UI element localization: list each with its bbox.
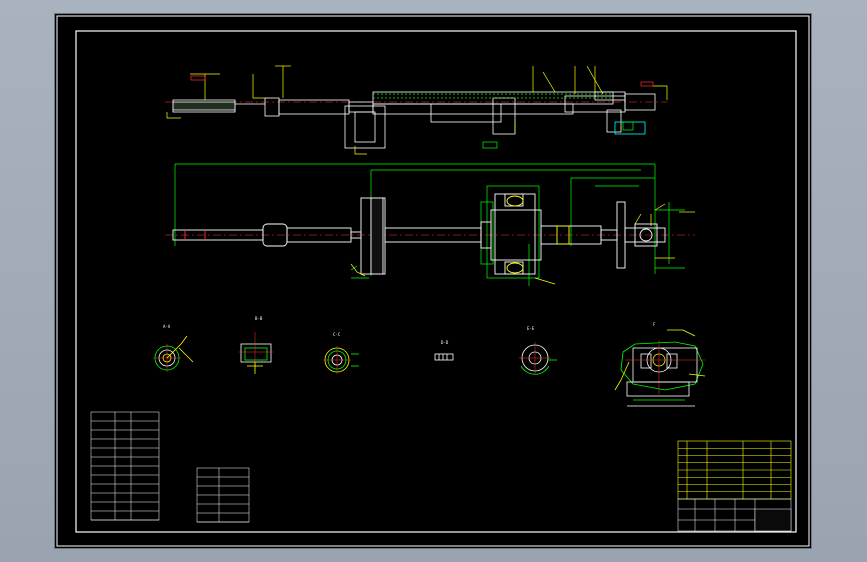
parameter-table-2 bbox=[196, 467, 250, 523]
engineering-drawing-sheet: A-A B-B C-C D-D E-E F bbox=[56, 15, 810, 547]
title-block bbox=[677, 440, 792, 500]
section-b-b: B-B bbox=[239, 316, 273, 374]
top-view-annotations bbox=[166, 65, 668, 155]
section-f-label: F bbox=[653, 322, 656, 327]
drawing-viewport[interactable]: A-A B-B C-C D-D E-E F bbox=[55, 14, 811, 548]
section-a-a: A-A bbox=[153, 324, 194, 372]
section-c-label: C-C bbox=[333, 332, 341, 337]
main-view-dimensions bbox=[174, 163, 685, 286]
section-c-c: C-C bbox=[323, 332, 359, 374]
section-a-label: A-A bbox=[163, 324, 171, 329]
top-section-view bbox=[165, 91, 667, 149]
section-d-label: D-D bbox=[441, 340, 449, 345]
section-e-e: E-E bbox=[519, 326, 557, 375]
section-b-label: B-B bbox=[255, 316, 263, 321]
title-block-lower bbox=[677, 498, 792, 532]
section-f: F bbox=[614, 322, 706, 407]
main-view-part bbox=[165, 193, 695, 275]
outer-border bbox=[56, 15, 810, 547]
section-e-label: E-E bbox=[527, 326, 535, 331]
section-d-d: D-D bbox=[434, 340, 454, 361]
parameter-table-1 bbox=[90, 411, 160, 521]
